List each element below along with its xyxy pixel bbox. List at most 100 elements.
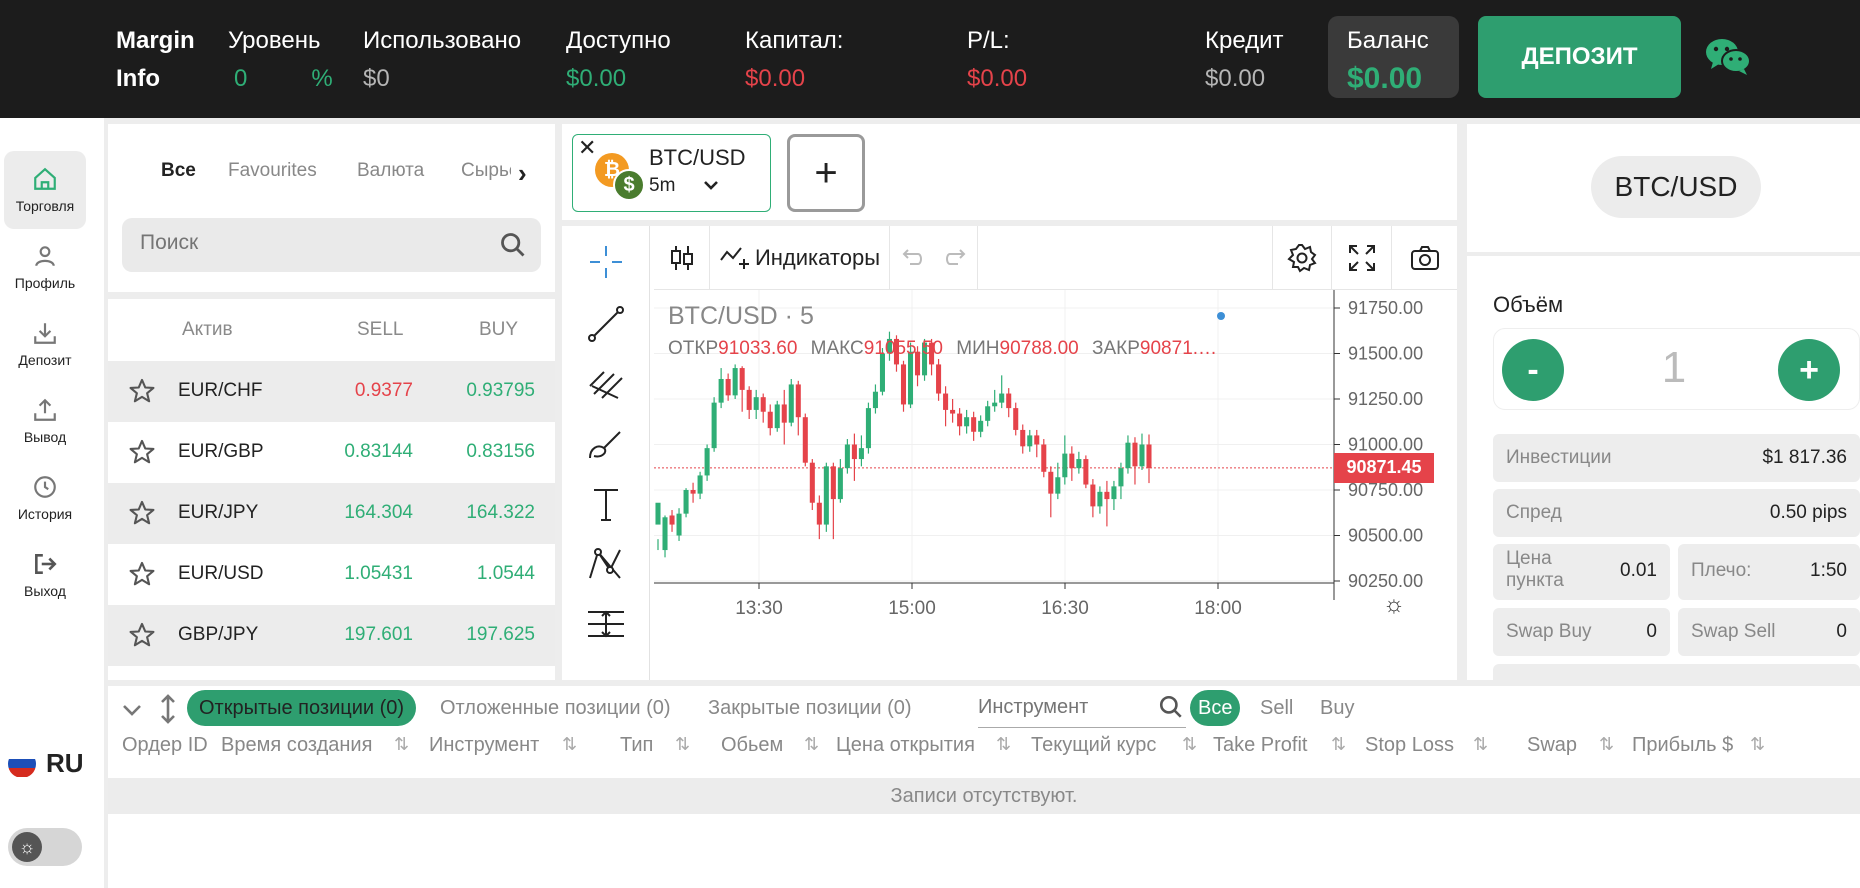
star-icon[interactable]	[128, 377, 156, 405]
sort-icon[interactable]: ⇅	[394, 734, 409, 755]
instrument-row[interactable]: EUR/USD 1.05431 1.0544	[108, 544, 555, 605]
chart-tab-btcusd[interactable]: ✕ ₿ $ BTC/USD 5m	[572, 134, 771, 212]
pattern-icon[interactable]	[584, 542, 628, 586]
chart-settings-button[interactable]	[1272, 226, 1332, 290]
buy-price[interactable]: 0.83156	[466, 441, 535, 463]
buy-price[interactable]: 164.322	[466, 502, 535, 524]
star-icon[interactable]	[128, 621, 156, 649]
sidebar-item-trading[interactable]: Торговля	[4, 151, 86, 229]
tab-favourites[interactable]: Favourites	[228, 160, 317, 182]
undo-button[interactable]	[890, 226, 934, 290]
star-icon[interactable]	[128, 560, 156, 588]
column-header[interactable]: Цена открытия	[836, 734, 975, 757]
star-icon[interactable]	[128, 438, 156, 466]
candle-body	[725, 378, 731, 396]
trend-line-icon[interactable]	[584, 302, 628, 346]
volume-decrease-button[interactable]: -	[1502, 339, 1564, 401]
tab-open-positions[interactable]: Открытые позиции (0)	[187, 690, 417, 726]
volume-input[interactable]: 1	[1644, 343, 1704, 393]
spread-label: Спред	[1506, 502, 1562, 523]
column-header[interactable]: Ордер ID	[122, 734, 208, 757]
text-tool-icon[interactable]	[584, 482, 628, 526]
brush-icon[interactable]	[584, 422, 628, 466]
instrument-row[interactable]: EUR/JPY 164.304 164.322	[108, 483, 555, 544]
order-symbol[interactable]: BTC/USD	[1591, 156, 1761, 218]
sort-icon[interactable]: ⇅	[1599, 734, 1614, 755]
theme-toggle[interactable]: ☼	[8, 828, 82, 866]
sell-price[interactable]: 164.304	[344, 502, 413, 524]
screenshot-button[interactable]	[1392, 226, 1457, 290]
available-label: Доступно	[566, 27, 671, 54]
instrument-filter-input[interactable]	[978, 696, 1148, 719]
column-header[interactable]: Swap	[1527, 734, 1577, 757]
search-icon[interactable]	[499, 231, 527, 259]
sort-icon[interactable]: ⇅	[804, 734, 819, 755]
instrument-row[interactable]: EUR/GBP 0.83144 0.83156	[108, 422, 555, 483]
add-chart-button[interactable]: +	[787, 134, 865, 212]
projection-icon[interactable]	[584, 602, 628, 646]
resize-handle-icon[interactable]	[158, 694, 178, 724]
volume-increase-button[interactable]: +	[1778, 339, 1840, 401]
star-icon[interactable]	[128, 499, 156, 527]
sort-icon[interactable]: ⇅	[1331, 734, 1346, 755]
sort-icon[interactable]: ⇅	[1750, 734, 1765, 755]
sidebar-item-deposit[interactable]: Депозит	[4, 305, 86, 383]
sort-icon[interactable]: ⇅	[1182, 734, 1197, 755]
indicators-button[interactable]: Индикаторы	[710, 226, 890, 290]
chevron-down-icon[interactable]	[120, 698, 144, 722]
sidebar-item-withdraw[interactable]: Вывод	[4, 382, 86, 460]
column-header[interactable]: Take Profit	[1213, 734, 1307, 757]
chevron-right-icon[interactable]: ›	[518, 158, 527, 189]
deposit-button[interactable]: ДЕПОЗИТ	[1478, 16, 1681, 98]
filter-sell[interactable]: Sell	[1260, 690, 1293, 726]
filter-buy[interactable]: Buy	[1320, 690, 1354, 726]
swap-sell-value: 0	[1836, 621, 1847, 642]
column-header[interactable]: Обьем	[721, 734, 783, 757]
chevron-down-icon[interactable]	[701, 175, 721, 200]
column-header[interactable]: Время создания	[221, 734, 372, 757]
chart-type-button[interactable]	[654, 226, 710, 290]
wechat-icon[interactable]	[1705, 36, 1751, 76]
sell-price[interactable]: 0.9377	[355, 380, 413, 402]
price-chart[interactable]: 91750.00 91500.00 91250.00 91000.00 90750.00…	[654, 290, 1457, 680]
sell-price[interactable]: 0.83144	[344, 441, 413, 463]
sell-price[interactable]: 197.601	[344, 624, 413, 646]
buy-price[interactable]: 1.0544	[477, 563, 535, 585]
crosshair-icon[interactable]	[584, 240, 628, 284]
filter-all[interactable]: Все	[1190, 690, 1241, 726]
sell-price[interactable]: 1.05431	[344, 563, 413, 585]
instrument-row[interactable]: GBP/JPY 197.601 197.625	[108, 605, 555, 666]
pitchfork-icon[interactable]	[584, 362, 628, 406]
tab-commodities[interactable]: Сырьё	[461, 160, 511, 182]
tab-closed-positions[interactable]: Закрытые позиции (0)	[708, 690, 912, 726]
sort-icon[interactable]: ⇅	[562, 734, 577, 755]
sort-icon[interactable]: ⇅	[1473, 734, 1488, 755]
buy-price[interactable]: 197.625	[466, 624, 535, 646]
column-header[interactable]: Текущий курс	[1031, 734, 1156, 757]
sidebar-item-profile[interactable]: Профиль	[4, 228, 86, 306]
sidebar-item-history[interactable]: История	[4, 459, 86, 537]
sidebar-item-logout[interactable]: Выход	[4, 536, 86, 614]
search-input[interactable]	[140, 231, 480, 255]
language-selector[interactable]: RU	[8, 748, 84, 779]
main-sidebar: Торговля Профиль Депозит Вывод История В…	[0, 118, 104, 888]
candle-body	[739, 368, 745, 390]
column-header[interactable]: Прибыль $	[1632, 734, 1733, 757]
positions-table-header: Ордер ID Время создания ⇅ Инструмент ⇅ Тип ⇅ Об…	[108, 734, 1860, 774]
column-header[interactable]: Stop Loss	[1365, 734, 1454, 757]
open-label: ОТКР	[668, 338, 719, 359]
sort-icon[interactable]: ⇅	[675, 734, 690, 755]
column-header[interactable]: Тип	[620, 734, 653, 757]
candle-body	[1062, 453, 1068, 478]
tab-pending-positions[interactable]: Отложенные позиции (0)	[440, 690, 671, 726]
buy-price[interactable]: 0.93795	[466, 380, 535, 402]
close-icon[interactable]: ✕	[578, 135, 596, 161]
column-header[interactable]: Инструмент	[429, 734, 539, 757]
search-icon[interactable]	[1158, 694, 1184, 720]
tab-currency[interactable]: Валюта	[357, 160, 424, 182]
redo-button[interactable]	[934, 226, 978, 290]
tab-all[interactable]: Все	[161, 160, 196, 182]
sort-icon[interactable]: ⇅	[996, 734, 1011, 755]
instrument-row[interactable]: EUR/CHF 0.9377 0.93795	[108, 361, 555, 422]
fullscreen-button[interactable]	[1332, 226, 1392, 290]
